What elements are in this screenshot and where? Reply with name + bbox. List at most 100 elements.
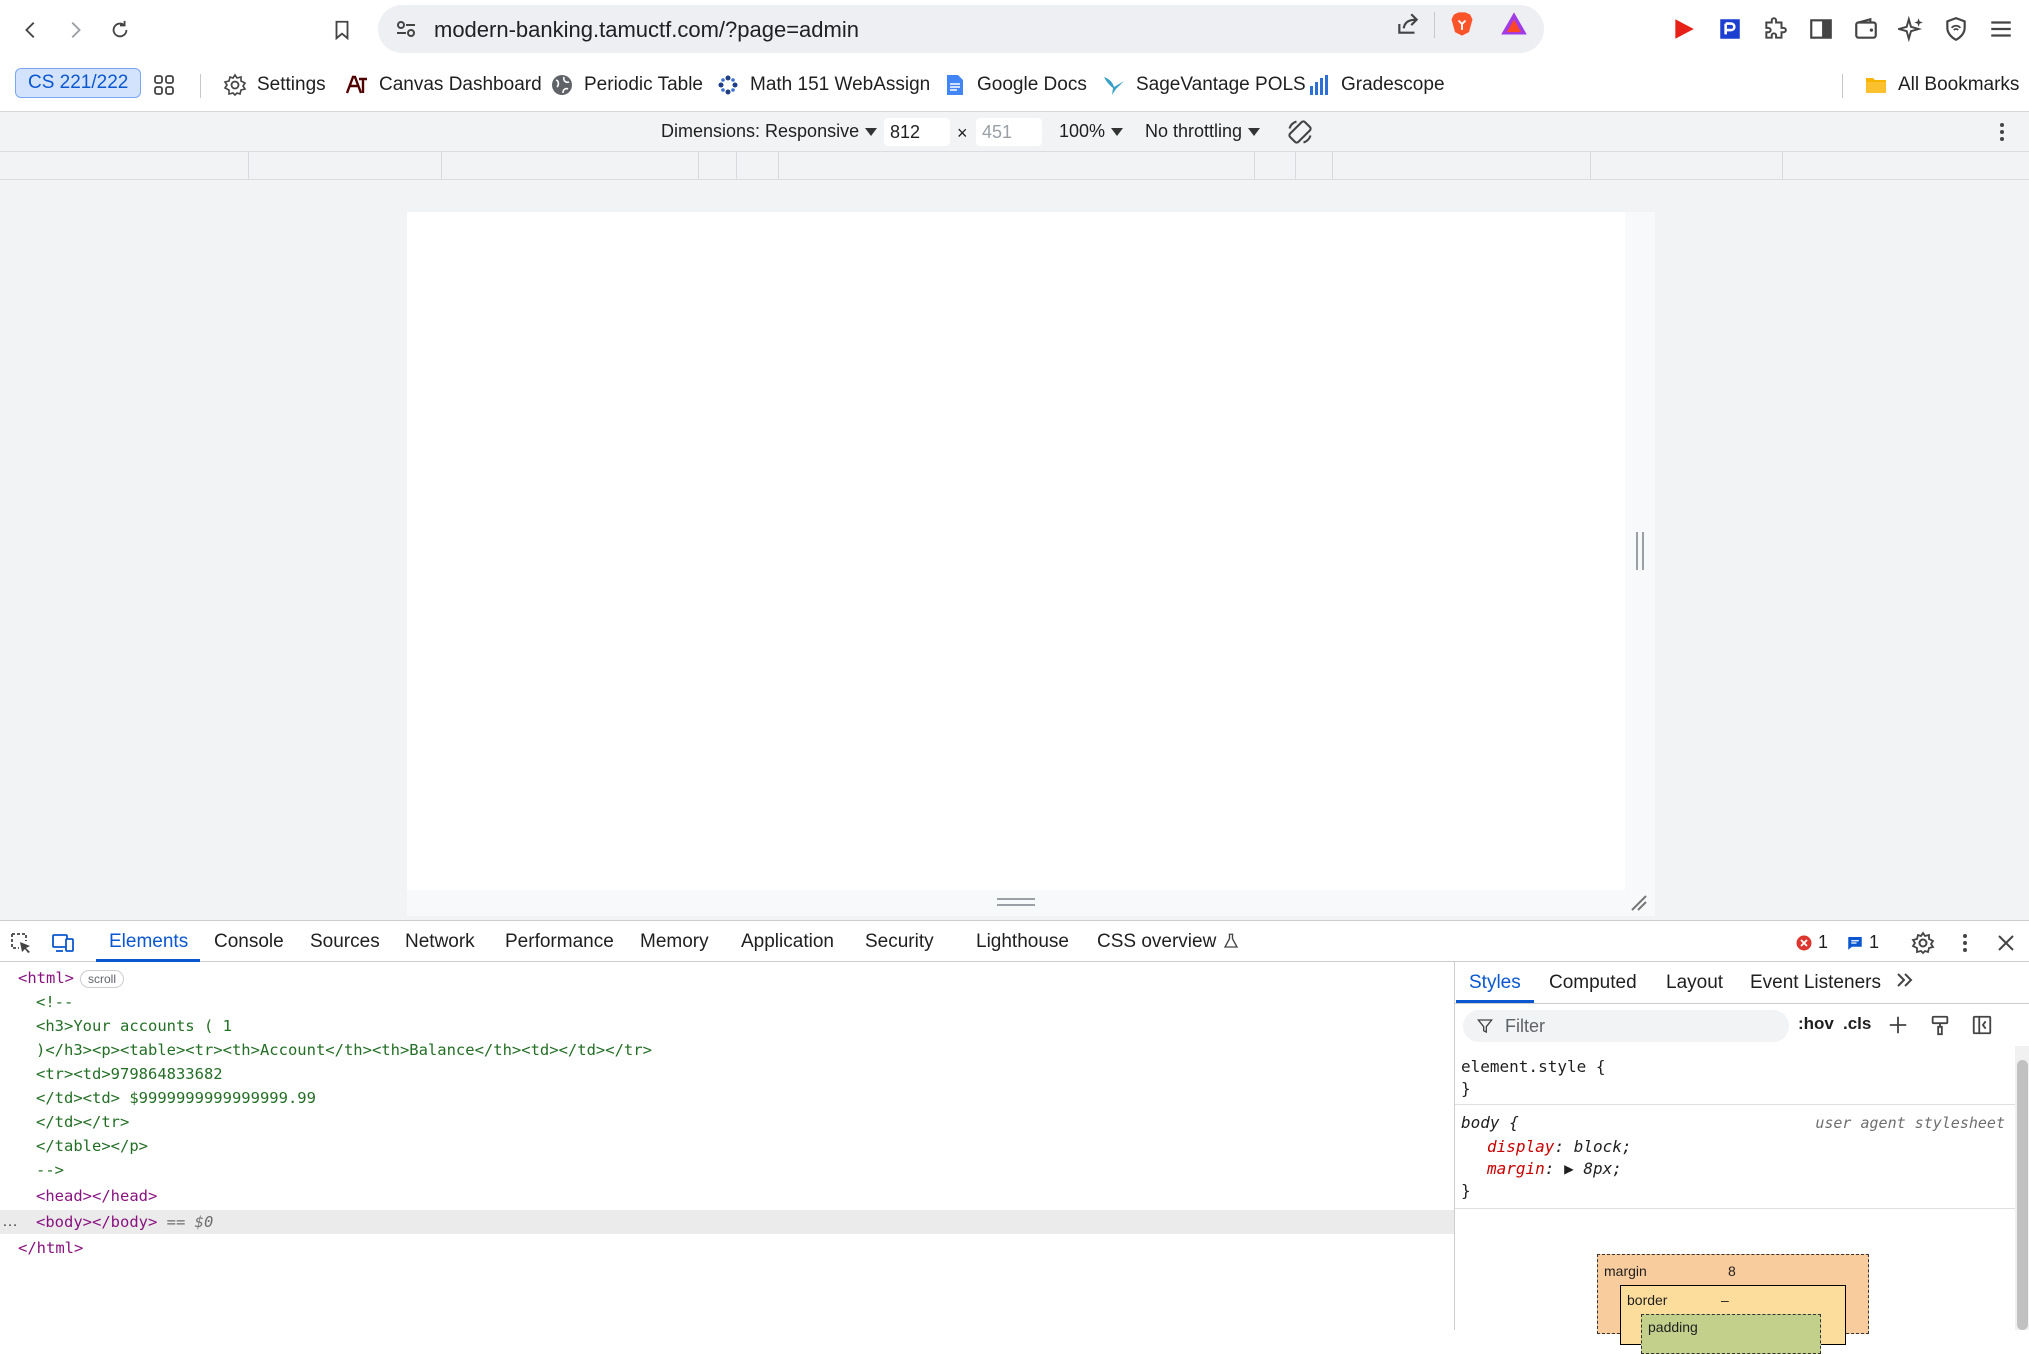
body-rule-selector[interactable]: body {: [1461, 1112, 1519, 1134]
brave-shields-button[interactable]: [1448, 10, 1476, 38]
throttling-dropdown[interactable]: No throttling: [1145, 121, 1261, 142]
width-input[interactable]: 812: [884, 118, 950, 146]
dom-comment-line[interactable]: </td></tr>: [0, 1110, 1454, 1134]
forward-button[interactable]: [57, 12, 93, 48]
elements-dom-tree[interactable]: <html> scroll <!-- <h3>Your accounts ( 1 …: [0, 962, 1454, 1330]
devtools-more-button[interactable]: [1952, 930, 1978, 956]
vpn-button[interactable]: [1941, 14, 1971, 44]
styles-scrollbar[interactable]: [2015, 1046, 2029, 1330]
tab-css-overview[interactable]: CSS overview: [1097, 931, 1240, 953]
apps-button[interactable]: [152, 70, 176, 100]
extension-youtube-button[interactable]: [1669, 14, 1699, 44]
tab-lighthouse[interactable]: Lighthouse: [976, 931, 1069, 953]
tab-elements[interactable]: Elements: [109, 931, 188, 953]
dom-comment-line[interactable]: )</h3><p><table><tr><th>Account</th><th>…: [0, 1038, 1454, 1062]
bookmark-canvas-dashboard[interactable]: Canvas Dashboard: [345, 70, 542, 100]
bookmark-periodic-table[interactable]: Periodic Table: [550, 70, 703, 100]
bookmark-google-docs[interactable]: Google Docs: [943, 70, 1087, 100]
dom-comment-line[interactable]: <h3>Your accounts ( 1: [0, 1014, 1454, 1038]
url-text[interactable]: modern-banking.tamuctf.com/?page=admin: [434, 17, 859, 43]
new-style-rule-button[interactable]: [1885, 1012, 1911, 1038]
back-button[interactable]: [13, 12, 49, 48]
rule-close-brace: }: [1461, 1181, 1471, 1200]
toggle-sidebar-button[interactable]: [1969, 1012, 1995, 1038]
leo-ai-button[interactable]: [1896, 14, 1926, 44]
tab-console[interactable]: Console: [214, 931, 284, 953]
bookmark-gradescope[interactable]: Gradescope: [1307, 70, 1445, 100]
device-toolbar: Dimensions: Responsive 812 × 451 100% No…: [0, 112, 2029, 152]
box-model-padding[interactable]: padding: [1641, 1314, 1821, 1354]
expand-triangle-icon[interactable]: ▶: [1564, 1159, 1574, 1178]
tab-sources[interactable]: Sources: [310, 931, 380, 953]
resize-handle-bottom[interactable]: [407, 890, 1655, 916]
color-format-button[interactable]: [1927, 1012, 1953, 1038]
rotate-button[interactable]: [1286, 118, 1314, 146]
sidebar-button[interactable]: [1806, 14, 1836, 44]
bookmark-settings[interactable]: Settings: [223, 70, 326, 100]
hover-state-button[interactable]: :hov: [1798, 1014, 1834, 1034]
class-toggle-button[interactable]: .cls: [1843, 1014, 1871, 1034]
device-toolbar-more-button[interactable]: [1990, 120, 2014, 144]
wallet-button[interactable]: [1851, 14, 1881, 44]
dom-node-body-selected[interactable]: … <body></body> == $0: [0, 1210, 1454, 1234]
style-declaration-margin[interactable]: margin: ▶ 8px;: [1487, 1158, 1622, 1180]
tab-computed[interactable]: Computed: [1549, 972, 1637, 994]
share-button[interactable]: [1394, 10, 1422, 38]
inspect-element-button[interactable]: [8, 930, 34, 956]
extension-blue-button[interactable]: [1715, 14, 1745, 44]
tab-network[interactable]: Network: [405, 931, 475, 953]
message-count-badge[interactable]: 1: [1846, 932, 1879, 953]
close-devtools-button[interactable]: [1993, 930, 2019, 956]
scrollbar-thumb[interactable]: [2017, 1060, 2028, 1330]
tab-styles[interactable]: Styles: [1469, 972, 1521, 994]
resize-corner-icon[interactable]: [1630, 894, 1648, 912]
dom-node-html-close[interactable]: </html>: [0, 1236, 1454, 1260]
bookmark-webassign[interactable]: Math 151 WebAssign: [716, 70, 930, 100]
box-model-border[interactable]: border – padding: [1620, 1285, 1846, 1354]
emulated-page-viewport[interactable]: [407, 212, 1625, 890]
bookmark-folder-cs221[interactable]: CS 221/222: [15, 68, 142, 98]
ruler-tick: [778, 152, 779, 180]
scroll-badge[interactable]: scroll: [80, 969, 125, 988]
height-input[interactable]: 451: [976, 118, 1042, 146]
main-menu-button[interactable]: [1986, 14, 2016, 44]
node-actions-icon[interactable]: …: [2, 1210, 18, 1234]
dom-node-html[interactable]: <html> scroll: [0, 966, 1454, 990]
element-style-selector[interactable]: element.style {: [1461, 1056, 1606, 1078]
globe-icon: [550, 73, 574, 97]
brave-rewards-button[interactable]: [1500, 10, 1528, 38]
resize-handle-right[interactable]: [1625, 212, 1655, 890]
zoom-dropdown[interactable]: 100%: [1059, 121, 1124, 142]
devtools-settings-button[interactable]: [1910, 930, 1936, 956]
bookmark-page-button[interactable]: [324, 12, 360, 48]
styles-filter-input[interactable]: Filter: [1463, 1010, 1789, 1042]
dimensions-dropdown[interactable]: Dimensions: Responsive: [661, 121, 878, 142]
tab-memory[interactable]: Memory: [640, 931, 709, 953]
tab-event-listeners[interactable]: Event Listeners: [1750, 972, 1881, 994]
device-mode-icon: [52, 934, 74, 952]
error-count-badge[interactable]: 1: [1795, 932, 1828, 953]
dom-comment-line[interactable]: <tr><td>979864833682: [0, 1062, 1454, 1086]
vertical-dots-icon: [2000, 123, 2004, 141]
all-bookmarks-button[interactable]: All Bookmarks: [1864, 70, 2019, 100]
more-tabs-button[interactable]: [1893, 968, 1917, 998]
tab-application[interactable]: Application: [741, 931, 834, 953]
sparkle-icon: [1898, 16, 1923, 42]
tab-security[interactable]: Security: [865, 931, 934, 953]
dom-comment-line[interactable]: </td><td> $9999999999999999.99: [0, 1086, 1454, 1110]
box-model-margin[interactable]: margin 8 border – padding: [1597, 1254, 1869, 1354]
site-settings-icon[interactable]: [394, 17, 418, 41]
style-declaration-display[interactable]: display: block;: [1487, 1136, 1632, 1158]
extensions-button[interactable]: [1760, 14, 1790, 44]
address-bar[interactable]: modern-banking.tamuctf.com/?page=admin: [378, 5, 1544, 53]
media-query-ruler[interactable]: [0, 152, 2029, 180]
dom-node-head[interactable]: <head></head>: [0, 1184, 1454, 1208]
tab-layout[interactable]: Layout: [1666, 972, 1723, 994]
toggle-device-toolbar-button[interactable]: [50, 930, 76, 956]
tab-performance[interactable]: Performance: [505, 931, 614, 953]
reload-button[interactable]: [102, 12, 138, 48]
dom-comment-line[interactable]: -->: [0, 1158, 1454, 1182]
dom-comment-line[interactable]: </table></p>: [0, 1134, 1454, 1158]
bookmark-sagevantage[interactable]: SageVantage POLS: [1102, 70, 1306, 100]
dom-comment-line[interactable]: <!--: [0, 990, 1454, 1014]
